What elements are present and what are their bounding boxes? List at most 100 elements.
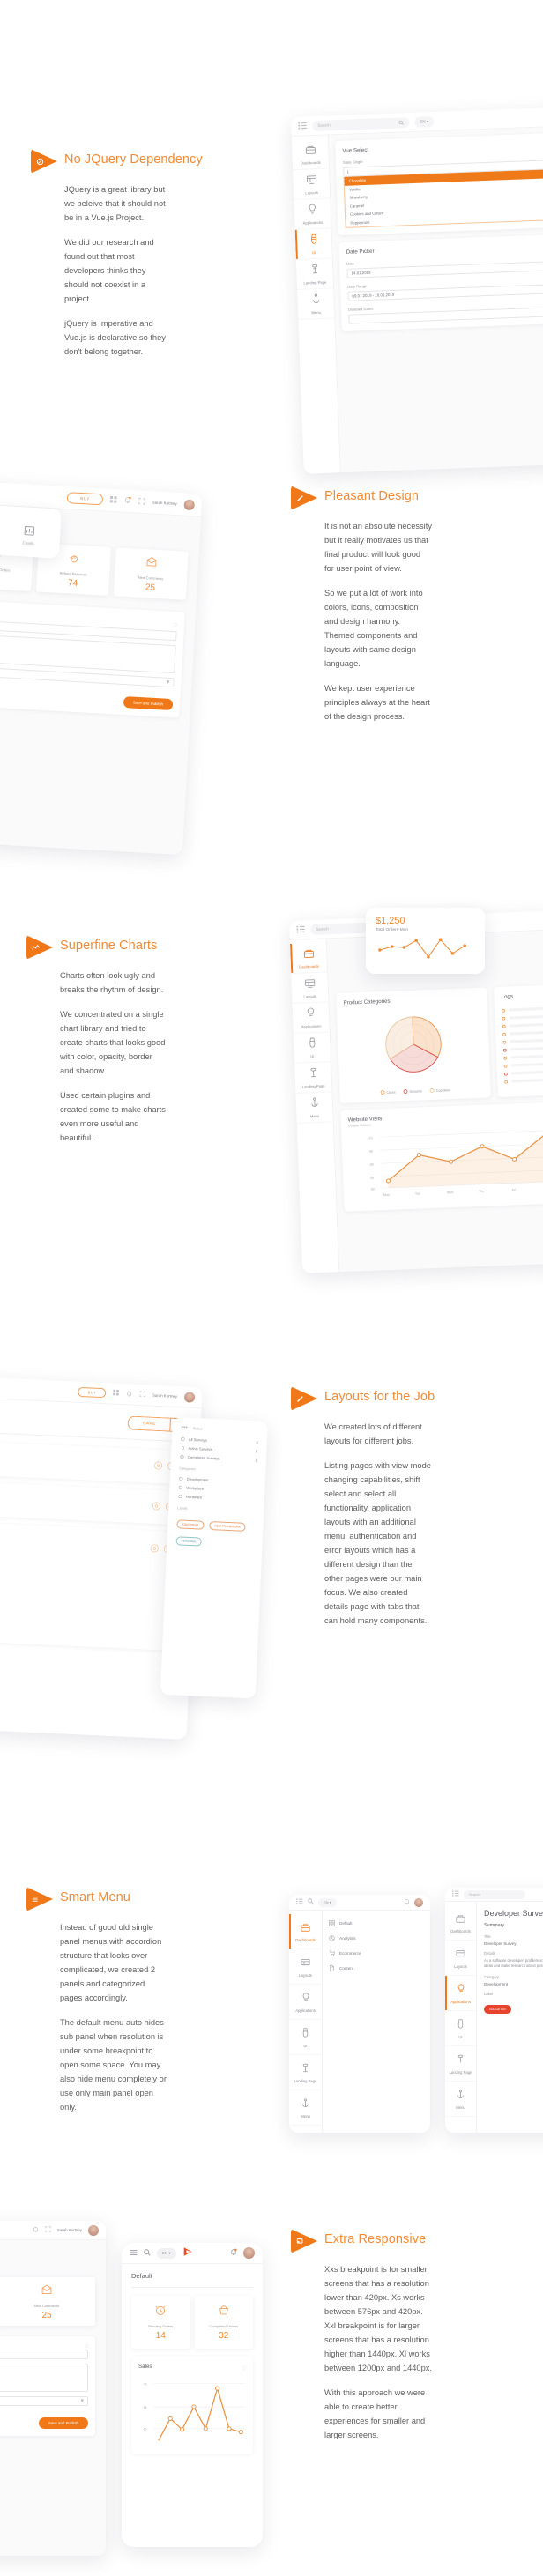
fullscreen-icon[interactable] [139, 1391, 145, 1399]
fullscreen-icon[interactable] [138, 497, 145, 506]
avatar[interactable] [243, 2247, 255, 2259]
bell-icon[interactable] [404, 1898, 410, 1907]
bell-icon[interactable] [126, 1390, 132, 1399]
submenu-item-analytics[interactable]: Analytics [327, 1931, 387, 1946]
stat-tile[interactable]: Pending Orders 14 [131, 2296, 190, 2349]
bell-icon[interactable] [230, 2248, 237, 2258]
language-selector[interactable]: EN ▾ [414, 115, 435, 128]
sidebar-item-applications[interactable]: Applications [292, 1002, 330, 1034]
language-selector[interactable]: EN ▾ [318, 1897, 337, 1907]
sidebar-item-ui[interactable]: UI [293, 1032, 331, 1064]
sidebar-item-menu[interactable]: Menu [289, 2090, 322, 2126]
avatar[interactable] [183, 499, 196, 510]
sidebar-item-landing-page[interactable]: Landing Page [289, 2055, 322, 2090]
avatar[interactable] [88, 2224, 99, 2236]
stat-tile[interactable]: New Comments 25 [113, 547, 189, 600]
sidebar-item-dashboards[interactable]: Dashboards [289, 1914, 322, 1949]
save-and-publish-button[interactable]: Save and Publish [38, 2417, 88, 2429]
layouts-icon [301, 1956, 310, 1971]
language-selector[interactable]: EN ▾ [157, 2247, 176, 2259]
sidebar-item-layouts[interactable]: Layouts [445, 1941, 476, 1976]
save-and-publish-button[interactable]: Save and Publish [123, 696, 174, 711]
sidebar-item-layouts[interactable]: Layouts [289, 1949, 322, 1985]
submenu-item-ecommerce[interactable]: Ecommerce [327, 1946, 387, 1961]
tab-label: Charts [22, 539, 34, 546]
sidebar-item-applications[interactable]: Applications [289, 1985, 322, 2020]
sidebar-item-dashboards[interactable]: Dashboards [291, 138, 330, 170]
options-list[interactable]: Chocolate Vanilla Strawberry Caramel Coo… [343, 168, 543, 228]
post-content-input[interactable] [0, 2364, 88, 2392]
avatar[interactable] [183, 1391, 196, 1403]
fullscreen-icon[interactable] [45, 2226, 51, 2234]
hamburger-icon[interactable] [130, 2249, 138, 2258]
apps-grid-icon[interactable] [109, 495, 118, 504]
refresh-icon[interactable]: ◌ [85, 2343, 88, 2350]
mock-tabs-popover: UI Charts [0, 502, 62, 559]
avatar[interactable] [414, 1897, 423, 1907]
sidebar-item-landing-page[interactable]: Landing Page [445, 2046, 476, 2082]
view-icon[interactable] [150, 1541, 160, 1557]
bell-icon[interactable] [33, 2226, 39, 2235]
filter-count: 1 [255, 1457, 258, 1462]
sidebar-item-layouts[interactable]: Layouts [293, 168, 331, 200]
label-chip[interactable]: EDUCATION [176, 1519, 205, 1530]
paragraph: We created lots of different layouts for… [324, 1422, 422, 1445]
tab-charts[interactable]: Charts [23, 524, 35, 546]
post-title-input[interactable] [0, 2350, 88, 2359]
sidebar-item-landing-page[interactable]: Landing Page [295, 258, 334, 290]
legend-label: Cakes [386, 1090, 396, 1095]
menu-list-icon[interactable] [298, 122, 307, 130]
buy-button[interactable]: BUY [78, 1386, 107, 1399]
stat-tile[interactable]: New Comments 25 [0, 2277, 95, 2326]
sidebar-item-dashboards[interactable]: Dashboards [445, 1905, 476, 1941]
drag-handle-icon[interactable]: ••• [181, 1424, 188, 1430]
refresh-icon[interactable]: ◌ [242, 2365, 246, 2372]
paragraph: Listing pages with view mode changing ca… [324, 1460, 431, 1625]
mobile-topbar: EN ▾ [122, 2243, 263, 2264]
menu-list-icon[interactable] [296, 925, 305, 934]
menu-list-icon[interactable] [296, 1898, 303, 1906]
chart-line-icon [26, 934, 53, 961]
section-heading: Pleasant Design [291, 485, 432, 511]
post-category-select[interactable]: ▾ [0, 2396, 88, 2406]
search-icon[interactable] [308, 1898, 314, 1906]
refresh-icon[interactable]: ◌ [174, 622, 178, 628]
circle-icon [502, 1016, 506, 1021]
sidebar-item-layouts[interactable]: Layouts [291, 972, 329, 1004]
view-icon[interactable] [153, 1459, 163, 1474]
sidebar-item-menu[interactable]: Menu [445, 2082, 476, 2117]
sidebar-item-label: Dashboards [450, 1929, 471, 1934]
list-item[interactable] [0, 1436, 188, 1485]
sidebar-item-ui[interactable]: UI [289, 2020, 322, 2055]
chevron-down-icon: ▾ [166, 679, 170, 686]
stat-tile[interactable]: Completed Orders 32 [194, 2296, 253, 2349]
sidebar-item-menu[interactable]: Menu [295, 1092, 333, 1124]
buy-button[interactable]: BUY [66, 492, 104, 506]
menu-list-icon[interactable] [452, 1890, 459, 1898]
list-item-expanded[interactable] [0, 1518, 184, 1652]
text-extra-responsive: Extra Responsive Xxs breakpoint is for s… [291, 2228, 432, 2443]
sidebar-item-applications[interactable]: Applications [294, 198, 331, 230]
search-icon[interactable] [144, 2248, 151, 2258]
ui-icon [457, 2017, 465, 2033]
sidebar-item-dashboards[interactable]: Dashboards [289, 942, 328, 974]
label-chip[interactable]: PERSONAL [175, 1536, 203, 1547]
list-item[interactable] [0, 1477, 186, 1526]
search-input[interactable]: Search [464, 1889, 525, 1899]
bell-icon[interactable] [123, 496, 131, 506]
field-label: Details [484, 1951, 495, 1956]
sidebar-item-ui[interactable]: UI [445, 2011, 476, 2046]
sidebar-item-landing-page[interactable]: Landing Page [294, 1062, 332, 1094]
save-button[interactable]: SAVE [127, 1415, 171, 1432]
view-icon[interactable] [152, 1499, 161, 1515]
search-input[interactable]: Search [312, 116, 410, 131]
label-chip[interactable]: NEW FRAMEWORK [209, 1521, 247, 1532]
sidebar-item-menu[interactable]: Menu [297, 288, 335, 320]
sidebar-item-ui[interactable]: UI [294, 228, 332, 260]
apps-grid-icon[interactable] [113, 1389, 119, 1398]
ui-icon [309, 233, 318, 249]
submenu-item-content[interactable]: Content [327, 1961, 387, 1976]
submenu-item-default[interactable]: Default [327, 1916, 387, 1931]
sidebar-item-applications[interactable]: Applications [445, 1976, 476, 2011]
group-title: Status [192, 1426, 203, 1431]
